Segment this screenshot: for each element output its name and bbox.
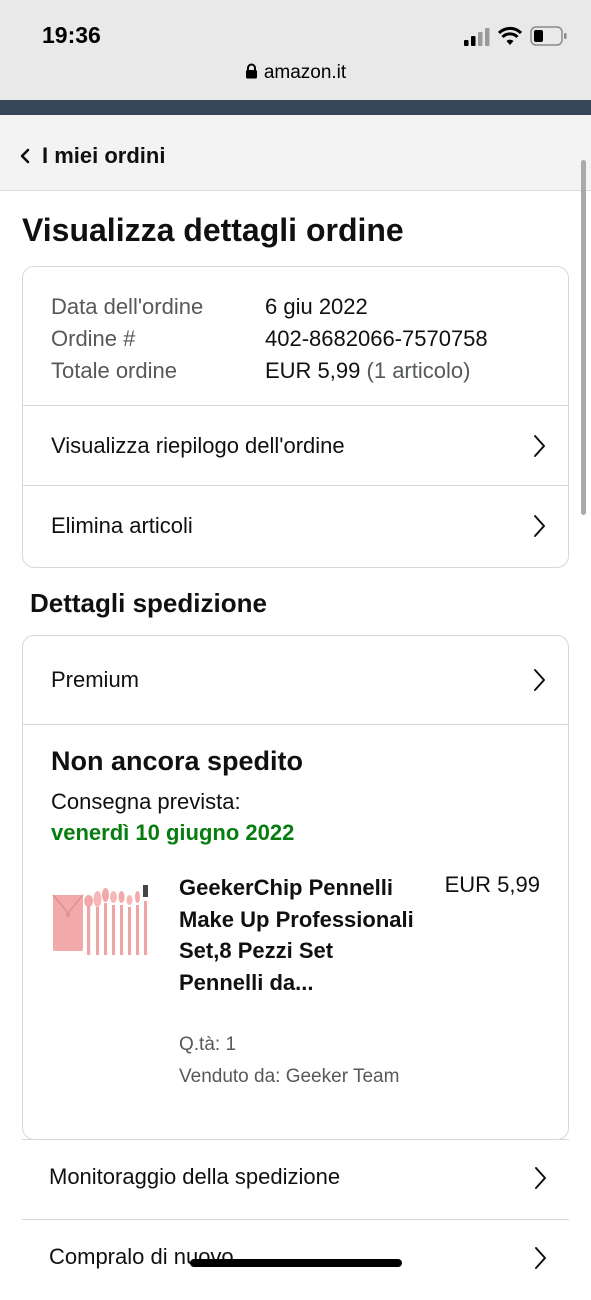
nav-strip	[0, 100, 591, 115]
chevron-right-icon	[534, 435, 545, 457]
view-order-summary-link[interactable]: Visualizza riepilogo dell'ordine	[23, 405, 568, 486]
product-quantity: Q.tà: 1	[179, 1034, 237, 1055]
chevron-right-icon	[534, 515, 545, 537]
lock-icon	[245, 63, 257, 79]
shipping-method-row[interactable]: Premium	[23, 636, 568, 725]
url-text: amazon.it	[263, 62, 347, 83]
delete-items-label: Elimina articoli	[51, 513, 193, 538]
chevron-right-icon	[534, 669, 545, 691]
expected-delivery-date: venerdì 10 giugno 2022	[51, 820, 295, 845]
order-date-label: Data dell'ordine	[51, 294, 204, 319]
signal-icon	[464, 28, 490, 46]
battery-icon	[530, 26, 567, 46]
back-link[interactable]: I miei ordini	[20, 143, 165, 169]
order-number-value: 402-8682066-7570758	[265, 326, 488, 351]
product-title-link[interactable]: GeekerChip Pennelli Make Up Professional…	[179, 872, 417, 998]
track-shipment-label: Monitoraggio della spedizione	[49, 1164, 341, 1189]
back-label: I miei ordini	[42, 143, 166, 168]
order-summary-card: Data dell'ordine 6 giu 2022 Ordine # 402…	[22, 266, 569, 568]
expected-delivery-label: Consegna prevista:	[51, 789, 241, 814]
scrollbar[interactable]	[581, 160, 586, 515]
order-total-label: Totale ordine	[51, 358, 177, 383]
order-meta: Data dell'ordine 6 giu 2022 Ordine # 402…	[51, 291, 488, 387]
delete-items-link[interactable]: Elimina articoli	[23, 485, 568, 566]
chevron-right-icon	[535, 1167, 546, 1189]
order-number-label: Ordine #	[51, 326, 136, 351]
chevron-right-icon	[535, 1247, 546, 1269]
product-image[interactable]	[51, 883, 155, 963]
wifi-icon	[498, 26, 522, 45]
status-bar: 19:36 amazon.it	[0, 0, 591, 100]
chevron-left-icon	[20, 148, 30, 164]
track-shipment-link[interactable]: Monitoraggio della spedizione	[22, 1139, 569, 1220]
shipment-status: Non ancora spedito	[51, 746, 304, 776]
order-item-count: (1 articolo)	[366, 358, 471, 383]
home-indicator[interactable]	[190, 1259, 402, 1267]
order-date-value: 6 giu 2022	[265, 294, 368, 319]
order-total-value: EUR 5,99	[265, 358, 361, 383]
shipping-details-title: Dettagli spedizione	[30, 588, 267, 618]
product-price: EUR 5,99	[444, 872, 540, 897]
clock: 19:36	[42, 22, 101, 48]
shipping-method-label: Premium	[51, 667, 140, 692]
view-order-summary-label: Visualizza riepilogo dell'ordine	[51, 433, 345, 458]
page-title: Visualizza dettagli ordine	[22, 212, 404, 248]
shipment-card: Premium Non ancora spedito Consegna prev…	[22, 635, 569, 1140]
address-bar[interactable]: amazon.it	[0, 62, 591, 84]
product-seller: Venduto da: Geeker Team	[179, 1066, 400, 1087]
breadcrumb: I miei ordini	[0, 115, 591, 191]
